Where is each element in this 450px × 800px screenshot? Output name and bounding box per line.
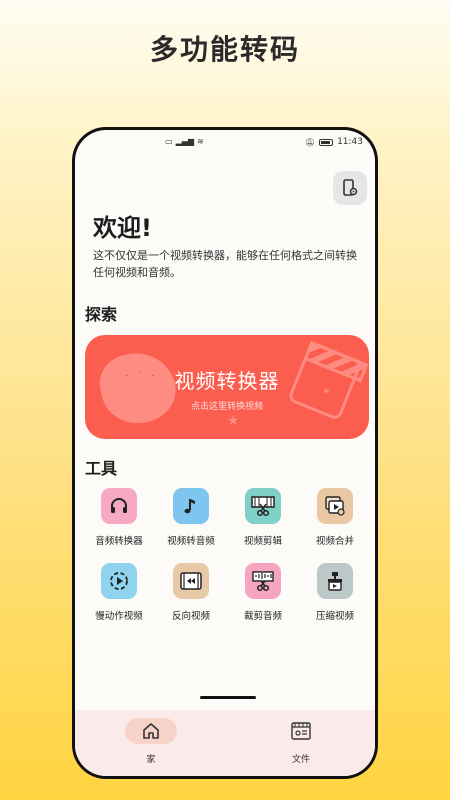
- tool-video-merge[interactable]: 视频合并: [299, 488, 371, 547]
- video-converter-banner[interactable]: · ˙ · ★ ✦ 视频转换器 点击这里转换视频: [85, 335, 369, 439]
- compress-video-icon: [317, 563, 353, 599]
- mute-icon: 🔕︎: [304, 137, 316, 147]
- tool-video-cut[interactable]: 视频剪辑: [227, 488, 299, 547]
- tool-video-to-audio[interactable]: 视频转音频: [155, 488, 227, 547]
- nav-label: 家: [146, 755, 156, 765]
- status-right: 🔕︎ 11:43: [305, 137, 363, 147]
- tool-label: 反向视频: [171, 611, 210, 622]
- banner-title: 视频转换器: [174, 369, 280, 393]
- phone-frame: ▭ ▂▄▆ ≋ 🔕︎ 11:43 欢迎! 这不仅仅是一个视频转换器，能够在任何格…: [72, 127, 378, 779]
- slow-motion-icon: [101, 563, 137, 599]
- nav-item-home[interactable]: 家: [121, 718, 181, 765]
- status-bar: ▭ ▂▄▆ ≋ 🔕︎ 11:43: [75, 130, 375, 154]
- tool-label: 裁剪音频: [243, 611, 282, 622]
- tool-label: 视频转音频: [167, 536, 215, 547]
- files-icon: [275, 718, 327, 744]
- signal-icon: ▂▄▆: [175, 137, 195, 146]
- status-network: ▭ ▂▄▆ ≋: [165, 137, 204, 146]
- music-note-icon: [173, 488, 209, 524]
- bottom-nav: 家 文件: [75, 710, 375, 776]
- tool-reverse-video[interactable]: 反向视频: [155, 563, 227, 622]
- tool-label: 视频剪辑: [243, 536, 282, 547]
- audio-trim-icon: [245, 563, 281, 599]
- banner-subtitle: 点击这里转换视频: [190, 402, 263, 412]
- welcome-title: 欢迎!: [93, 214, 152, 242]
- tool-slow-motion[interactable]: 慢动作视频: [83, 563, 155, 622]
- tool-audio-converter[interactable]: 音频转换器: [83, 488, 155, 547]
- promo-title: 多功能转码: [149, 33, 300, 66]
- status-time: 11:43: [337, 137, 363, 147]
- tool-compress-video[interactable]: 压缩视频: [299, 563, 371, 622]
- film-cut-icon: [245, 488, 281, 524]
- home-icon: [125, 718, 177, 744]
- battery-icon: [319, 138, 334, 146]
- wifi-icon: ≋: [197, 137, 204, 146]
- tool-audio-trim[interactable]: 裁剪音频: [227, 563, 299, 622]
- tools-grid: 音频转换器 视频转音频 视频剪辑 视频合并 慢动作视频 反向视频 裁剪音频 压缩…: [83, 488, 371, 622]
- nav-item-files[interactable]: 文件: [271, 718, 331, 765]
- home-indicator[interactable]: [200, 696, 256, 699]
- explore-section-title: 探索: [85, 305, 118, 324]
- welcome-text: 这不仅仅是一个视频转换器，能够在任何格式之间转换任何视频和音频。: [93, 249, 357, 279]
- tool-label: 慢动作视频: [95, 611, 143, 622]
- hd-icon: ▭: [165, 137, 173, 146]
- nav-label: 文件: [291, 755, 310, 765]
- tool-label: 音频转换器: [95, 536, 143, 547]
- tools-section-title: 工具: [85, 459, 118, 478]
- device-settings-button[interactable]: [333, 171, 367, 205]
- tool-label: 压缩视频: [315, 611, 354, 622]
- headphones-icon: [101, 488, 137, 524]
- video-merge-icon: [317, 488, 353, 524]
- app-screen: ▭ ▂▄▆ ≋ 🔕︎ 11:43 欢迎! 这不仅仅是一个视频转换器，能够在任何格…: [75, 130, 375, 776]
- tool-label: 视频合并: [315, 536, 354, 547]
- reverse-video-icon: [173, 563, 209, 599]
- star-icon: ★: [227, 413, 240, 429]
- phone-settings-icon: [343, 179, 358, 196]
